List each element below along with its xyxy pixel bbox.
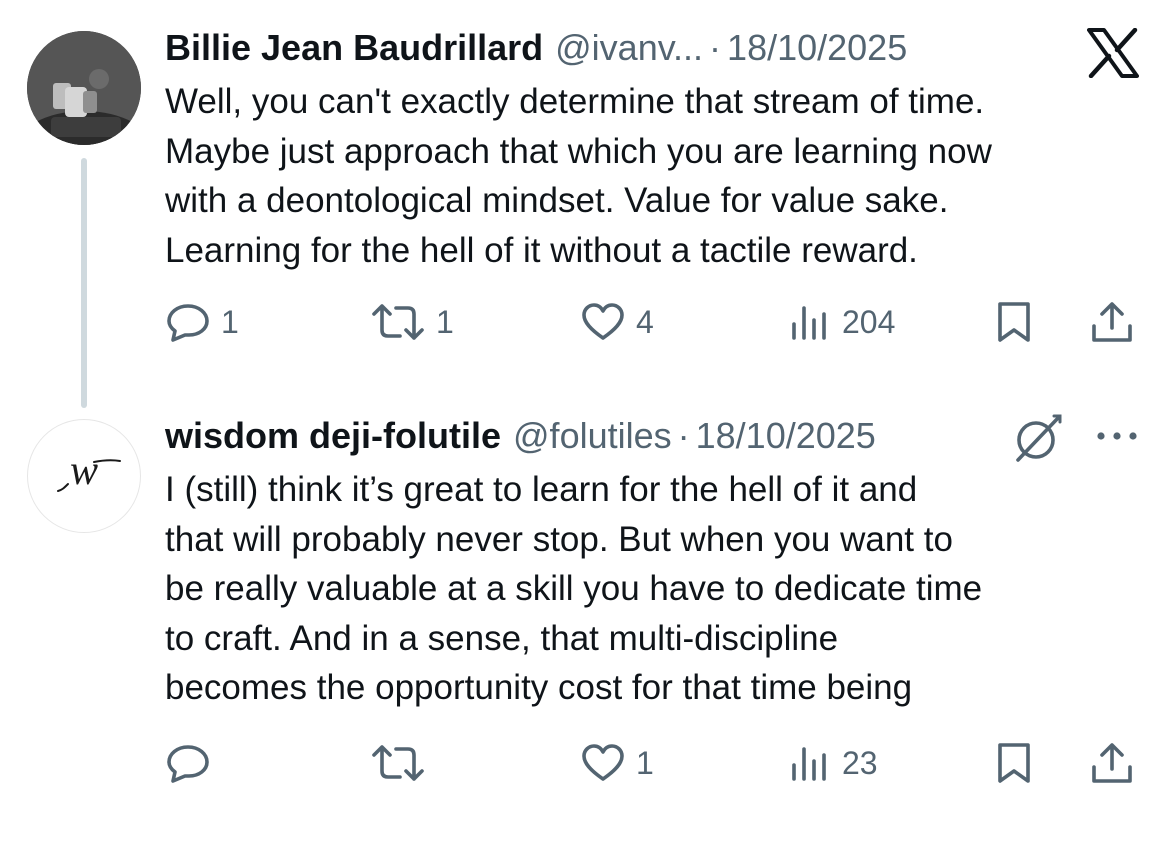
more-options-icon[interactable] [1096,430,1138,442]
tweet-text-line: that will probably never stop. But when … [165,519,953,559]
repost-icon [372,304,424,340]
avatar-photo [27,31,141,145]
author-name[interactable]: Billie Jean Baudrillard [165,24,543,72]
bookmark-icon [998,743,1030,783]
views-chart-icon [792,306,826,340]
tweet[interactable]: w wisdom deji-folutile @folutiles · 18/1… [0,400,1170,848]
tweet-text-line: Well, you can't exactly determine that s… [165,82,985,121]
repost-icon [372,745,424,781]
tweet-text-line: be really valuable at a skill you have t… [165,569,983,608]
repost-button[interactable] [370,733,436,793]
share-button[interactable] [1088,733,1136,793]
share-icon [1092,302,1132,342]
bookmark-button[interactable] [994,733,1034,793]
avatar-monogram-logo: w [57,448,121,494]
tweet-thread: Billie Jean Baudrillard @ivanv... · 18/1… [0,0,1170,848]
author-handle[interactable]: @ivanv... [555,24,703,72]
views-button[interactable]: 204 [788,292,895,352]
share-icon [1092,743,1132,783]
like-count: 4 [636,303,654,340]
bookmark-button[interactable] [994,292,1034,352]
thread-connector-line [81,158,87,408]
tweet-text: Well, you can't exactly determine that s… [165,77,1155,275]
heart-icon [582,303,624,340]
separator-dot: · [709,27,722,68]
separator-dot: · [677,415,690,456]
author-handle[interactable]: @folutiles [513,412,672,460]
tweet-date[interactable]: 18/10/2025 [696,412,876,460]
views-count: 23 [842,744,878,781]
avatar[interactable] [27,31,141,145]
tweet-text-line: Maybe just approach that which you are l… [165,131,992,171]
reply-count: 1 [221,303,239,340]
tweet-text-line: becomes the opportunity cost for that ti… [165,668,913,707]
views-button[interactable]: 23 [788,733,878,793]
tweet-actions: 1 1 4 204 [0,292,1170,352]
tweet-date[interactable]: 18/10/2025 [727,24,907,72]
tweet-text-line: I (still) think it’s great to learn for … [165,470,918,509]
like-count: 1 [636,744,654,781]
repost-count: 1 [436,303,454,340]
views-count: 204 [842,303,896,340]
heart-icon [582,744,624,781]
grok-icon[interactable] [1012,412,1064,464]
like-button[interactable]: 1 [580,733,654,793]
svg-text:w: w [70,448,98,494]
reply-button[interactable]: 1 [165,292,239,352]
tweet-header: wisdom deji-folutile @folutiles · 18/10/… [165,412,876,460]
like-button[interactable]: 4 [580,292,654,352]
tweet[interactable]: Billie Jean Baudrillard @ivanv... · 18/1… [0,0,1170,408]
reply-icon [167,745,209,783]
bookmark-icon [998,302,1030,342]
views-chart-icon [792,747,826,781]
tweet-header: Billie Jean Baudrillard @ivanv... · 18/1… [165,24,907,72]
reply-icon [167,304,209,342]
tweet-text-line: Learning for the hell of it without a ta… [165,230,918,270]
tweet-text-line: with a deontological mindset. Value for … [165,181,949,220]
tweet-actions: 1 23 [0,733,1170,793]
repost-button[interactable]: 1 [370,292,454,352]
x-logo-icon [1087,28,1139,78]
tweet-text: I (still) think it’s great to learn for … [165,465,1155,713]
author-name[interactable]: wisdom deji-folutile [165,412,501,460]
avatar[interactable]: w [27,419,141,533]
reply-button[interactable] [165,733,221,793]
share-button[interactable] [1088,292,1136,352]
tweet-text-line: to craft. And in a sense, that multi-dis… [165,618,839,658]
